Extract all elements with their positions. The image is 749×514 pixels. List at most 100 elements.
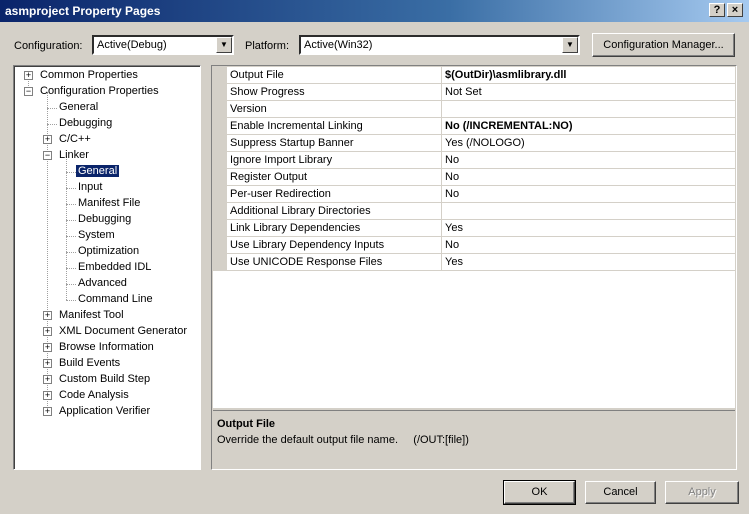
property-value[interactable]: Yes	[445, 256, 463, 268]
tree-item[interactable]: Manifest File	[14, 196, 200, 212]
configuration-dropdown[interactable]: Active(Debug) ▼	[92, 35, 234, 55]
property-row[interactable]: Per-user Redirection No	[213, 186, 735, 203]
expand-icon[interactable]: +	[43, 343, 52, 352]
tree-item[interactable]: Optimization	[14, 244, 200, 260]
description-panel: Output File Override the default output …	[213, 410, 735, 468]
tree-item[interactable]: General	[14, 164, 200, 180]
expand-icon[interactable]: +	[43, 391, 52, 400]
tree-item[interactable]: Input	[14, 180, 200, 196]
ok-button[interactable]: OK	[503, 480, 576, 505]
expand-icon[interactable]: +	[43, 135, 52, 144]
collapse-icon[interactable]: −	[43, 151, 52, 160]
apply-button[interactable]: Apply	[665, 481, 739, 504]
row-gutter	[213, 186, 227, 203]
chevron-down-icon[interactable]: ▼	[216, 37, 232, 53]
description-text: Override the default output file name. (…	[217, 434, 469, 446]
property-row[interactable]: Register Output No	[213, 169, 735, 186]
property-value[interactable]: No	[445, 239, 459, 251]
expand-icon[interactable]: +	[43, 359, 52, 368]
column-divider[interactable]	[441, 186, 442, 203]
tree-item[interactable]: General	[14, 100, 200, 116]
tree-item[interactable]: + XML Document Generator	[14, 324, 200, 340]
property-row[interactable]: Use Library Dependency Inputs No	[213, 237, 735, 254]
column-divider[interactable]	[441, 101, 442, 118]
property-row[interactable]: Output File $(OutDir)\asmlibrary.dll	[213, 67, 735, 84]
column-divider[interactable]	[441, 169, 442, 186]
expand-icon[interactable]: +	[43, 311, 52, 320]
column-divider[interactable]	[441, 203, 442, 220]
property-row[interactable]: Version	[213, 101, 735, 118]
column-divider[interactable]	[441, 237, 442, 254]
property-row[interactable]: Ignore Import Library No	[213, 152, 735, 169]
column-divider[interactable]	[441, 118, 442, 135]
row-gutter	[213, 254, 227, 271]
tree-item[interactable]: Command Line	[14, 292, 200, 308]
tree-item-label: Debugging	[59, 117, 113, 129]
column-divider[interactable]	[441, 220, 442, 237]
property-name: Use Library Dependency Inputs	[230, 239, 385, 251]
tree-item[interactable]: Advanced	[14, 276, 200, 292]
platform-dropdown[interactable]: Active(Win32) ▼	[299, 35, 580, 55]
tree-item[interactable]: + C/C++	[14, 132, 200, 148]
property-row[interactable]: Use UNICODE Response Files Yes	[213, 254, 735, 271]
chevron-down-icon[interactable]: ▼	[562, 37, 578, 53]
tree-item[interactable]: + Build Events	[14, 356, 200, 372]
close-button[interactable]: ×	[727, 3, 743, 17]
column-divider[interactable]	[441, 135, 442, 152]
property-name: Show Progress	[230, 86, 305, 98]
tree-item[interactable]: + Code Analysis	[14, 388, 200, 404]
property-value[interactable]: $(OutDir)\asmlibrary.dll	[445, 69, 566, 81]
collapse-icon[interactable]: −	[24, 87, 33, 96]
expand-icon[interactable]: +	[43, 407, 52, 416]
tree-item[interactable]: − Linker	[14, 148, 200, 164]
tree-item[interactable]: System	[14, 228, 200, 244]
cancel-button[interactable]: Cancel	[585, 481, 656, 504]
expand-icon[interactable]: +	[43, 375, 52, 384]
expand-icon[interactable]: +	[43, 327, 52, 336]
property-value[interactable]: Not Set	[445, 86, 482, 98]
property-row[interactable]: Enable Incremental Linking No (/INCREMENT…	[213, 118, 735, 135]
property-value[interactable]: No	[445, 188, 459, 200]
tree-item-label: Browse Information	[59, 341, 154, 353]
tree-item-label: Manifest Tool	[59, 309, 124, 321]
row-gutter	[213, 220, 227, 237]
property-row[interactable]: Link Library Dependencies Yes	[213, 220, 735, 237]
property-grid: Output File $(OutDir)\asmlibrary.dll Show …	[211, 65, 737, 470]
property-row[interactable]: Suppress Startup Banner Yes (/NOLOGO)	[213, 135, 735, 152]
tree-item[interactable]: Embedded IDL	[14, 260, 200, 276]
platform-label: Platform:	[245, 40, 290, 52]
expand-icon[interactable]: +	[24, 71, 33, 80]
property-value[interactable]: Yes (/NOLOGO)	[445, 137, 525, 149]
tree-connector	[66, 284, 76, 285]
tree-item-label: General	[74, 164, 121, 178]
column-divider[interactable]	[441, 254, 442, 271]
property-value[interactable]: No	[445, 171, 459, 183]
tree-connector	[47, 124, 57, 125]
tree-item[interactable]: + Browse Information	[14, 340, 200, 356]
property-row[interactable]: Show Progress Not Set	[213, 84, 735, 101]
tree-connector	[66, 252, 76, 253]
tree-item[interactable]: + Application Verifier	[14, 404, 200, 420]
property-value[interactable]: No (/INCREMENTAL:NO)	[445, 120, 573, 132]
property-tree[interactable]: + Common Properties − Configuration Propert…	[13, 65, 201, 470]
column-divider[interactable]	[441, 67, 442, 84]
tree-item[interactable]: Debugging	[14, 116, 200, 132]
property-value[interactable]: Yes	[445, 222, 463, 234]
tree-item[interactable]: + Manifest Tool	[14, 308, 200, 324]
configuration-manager-button[interactable]: Configuration Manager...	[592, 33, 735, 57]
tree-item[interactable]: − Configuration Properties	[14, 84, 200, 100]
property-value[interactable]: No	[445, 154, 459, 166]
property-row[interactable]: Additional Library Directories	[213, 203, 735, 220]
tree-item-label: Linker	[59, 149, 89, 161]
tree-item-label: Application Verifier	[59, 405, 151, 417]
column-divider[interactable]	[441, 152, 442, 169]
row-gutter	[213, 237, 227, 254]
property-list[interactable]: Output File $(OutDir)\asmlibrary.dll Show …	[213, 67, 735, 408]
column-divider[interactable]	[441, 84, 442, 101]
property-name: Ignore Import Library	[230, 154, 333, 166]
tree-item[interactable]: Debugging	[14, 212, 200, 228]
tree-item[interactable]: + Common Properties	[14, 68, 200, 84]
tree-item[interactable]: + Custom Build Step	[14, 372, 200, 388]
help-button[interactable]: ?	[709, 3, 725, 17]
property-name: Output File	[230, 69, 284, 81]
